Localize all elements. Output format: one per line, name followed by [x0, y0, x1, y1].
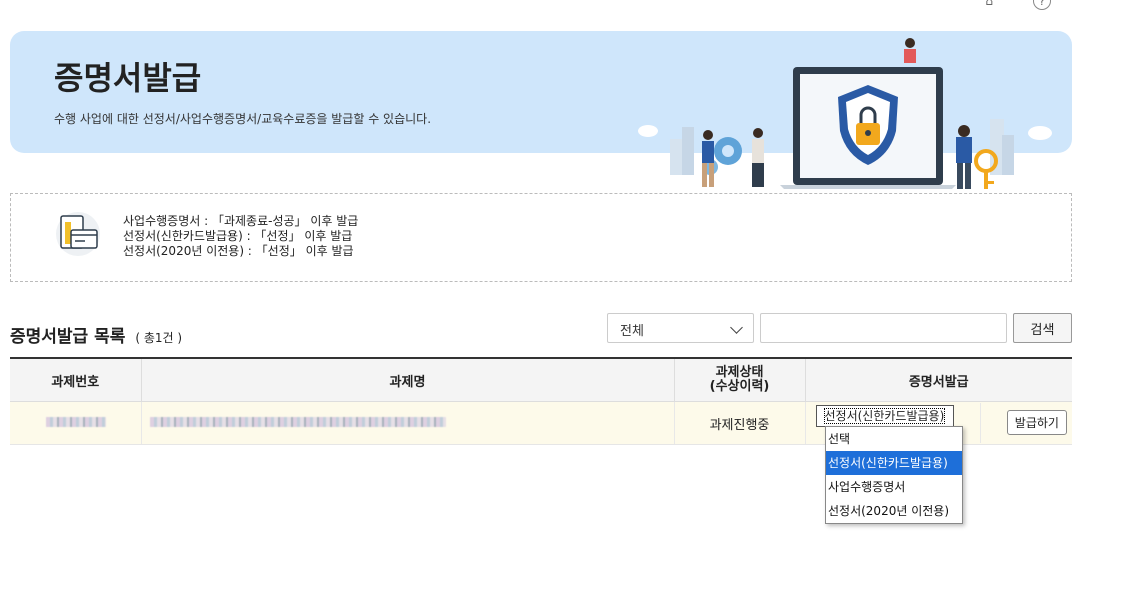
home-icon[interactable]: ⌂	[985, 0, 993, 8]
selected-certificate: 선정서(신한카드발급용)	[823, 407, 946, 424]
issue-button[interactable]: 발급하기	[1006, 409, 1067, 435]
page-title: 증명서발급	[54, 59, 202, 97]
project-name-cell[interactable]	[141, 401, 675, 445]
option-item[interactable]: 선택	[826, 427, 962, 451]
certificate-icon	[56, 212, 100, 256]
status-filter-select[interactable]: 전체	[607, 313, 754, 343]
option-item[interactable]: 사업수행증명서	[826, 475, 962, 499]
status-header-line: 과제상태	[715, 365, 764, 380]
security-illustration	[638, 38, 1052, 189]
search-button[interactable]: 검색	[1013, 313, 1072, 343]
page-banner: 증명서발급 수행 사업에 대한 선정서/사업수행증명서/교육수료증을 발급할 수…	[10, 31, 1072, 189]
project-no-cell	[10, 401, 142, 445]
guide-line: 선정서(2020년 이전용) : 「선정」 이후 발급	[123, 244, 354, 258]
column-header-status: 과제상태 (수상이력)	[674, 357, 806, 402]
column-header-project-name: 과제명	[141, 357, 675, 402]
guide-line: 사업수행증명서 : 「과제종료-성공」 이후 발급	[123, 214, 359, 228]
status-cell: 과제진행중	[674, 401, 806, 445]
issue-guide-lines: 사업수행증명서 : 「과제종료-성공」 이후 발급 선정서(신한카드발급용) :…	[123, 214, 358, 259]
help-icon[interactable]: ?	[1033, 0, 1051, 10]
breadcrumb: ⌂ ?	[985, 0, 1051, 10]
search-input[interactable]	[760, 313, 1007, 343]
page-description: 수행 사업에 대한 선정서/사업수행증명서/교육수료증을 발급할 수 있습니다.	[54, 112, 432, 126]
column-header-project-no: 과제번호	[10, 357, 142, 402]
option-item[interactable]: 선정서(2020년 이전용)	[826, 499, 962, 523]
column-header-certificate: 증명서발급	[805, 357, 1072, 402]
option-item-highlighted[interactable]: 선정서(신한카드발급용)	[826, 451, 962, 475]
chevron-down-icon	[730, 321, 743, 334]
status-header-line: (수상이력)	[709, 379, 770, 394]
redacted-project-no	[46, 416, 106, 427]
guide-line: 선정서(신한카드발급용) : 「선정」 이후 발급	[123, 229, 353, 243]
redacted-project-name	[149, 416, 446, 427]
issue-guide-box: 사업수행증명서 : 「과제종료-성공」 이후 발급 선정서(신한카드발급용) :…	[10, 193, 1072, 282]
filter-value: 전체	[620, 324, 644, 339]
list-count: ( 총1건 )	[135, 331, 183, 345]
list-title-text: 증명서발급 목록	[10, 327, 126, 347]
certificate-type-select[interactable]: 선정서(신한카드발급용)	[815, 404, 954, 427]
list-title: 증명서발급 목록 ( 총1건 )	[10, 322, 182, 347]
certificate-type-options: 선택 선정서(신한카드발급용) 사업수행증명서 선정서(2020년 이전용)	[825, 426, 963, 524]
